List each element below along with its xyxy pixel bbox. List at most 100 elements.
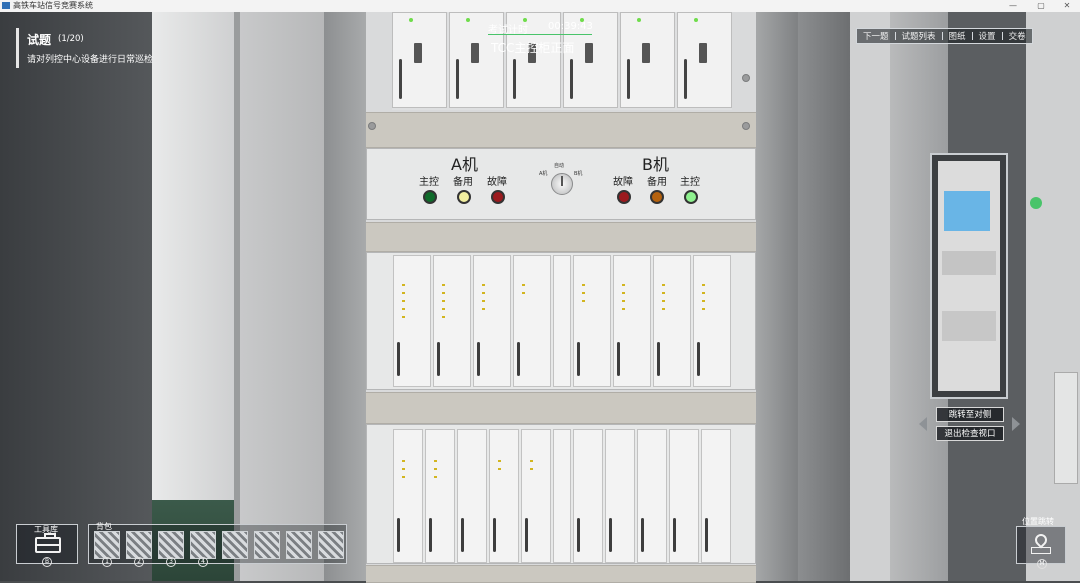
room-wall — [0, 12, 152, 581]
backpack-slot[interactable] — [254, 531, 280, 559]
board-card[interactable] — [473, 255, 511, 387]
maximize-button[interactable]: ▢ — [1030, 0, 1052, 12]
neighbor-cabinet — [1026, 12, 1080, 581]
backpack-slot[interactable] — [126, 531, 152, 559]
a-fault-lamp — [491, 190, 505, 204]
board-card[interactable] — [425, 429, 455, 563]
timer-underline — [488, 34, 592, 35]
backpack-slot[interactable] — [158, 531, 184, 559]
cabinet-right-edge — [756, 12, 798, 581]
minimap-prev-arrow[interactable] — [919, 417, 927, 431]
a-machine-title: A机 — [451, 155, 478, 174]
slot-number: 4 — [198, 557, 208, 567]
board-card[interactable] — [701, 429, 731, 563]
screw — [742, 122, 750, 130]
ab-switch-panel: A机 B机 主控 备用 故障 自动 A机 B机 故障 备用 主控 — [366, 148, 756, 220]
position-jump-hotkey: M — [1037, 559, 1047, 569]
window-title: 高铁车站信号竞赛系统 — [13, 1, 93, 10]
screw — [368, 122, 376, 130]
ab-selector-knob[interactable] — [551, 173, 573, 195]
submit-exam-button[interactable]: 交卷 — [1003, 30, 1032, 42]
slot-number: 2 — [134, 557, 144, 567]
knob-left-label: A机 — [539, 171, 548, 177]
map-icon — [1031, 547, 1051, 554]
question-title: 试题 — [27, 33, 52, 47]
tcc-main-rack: A机 B机 主控 备用 故障 自动 A机 B机 故障 备用 主控 — [366, 12, 756, 583]
board-card[interactable] — [457, 429, 487, 563]
knob-top-label: 自动 — [554, 163, 565, 169]
b-master-lamp — [684, 190, 698, 204]
board-card[interactable] — [637, 429, 667, 563]
location-title: TCC主控柜正面 — [491, 41, 575, 55]
a-standby-lamp — [457, 190, 471, 204]
board-card[interactable] — [553, 255, 571, 387]
board-card[interactable] — [573, 255, 611, 387]
white-panel — [152, 12, 234, 581]
next-question-button[interactable]: 下一题 — [857, 30, 895, 42]
a-lamp-label: 主控 — [419, 177, 439, 188]
jump-opposite-side-button[interactable]: 跳转至对侧 — [936, 407, 1004, 422]
question-counter: (1/20) — [58, 34, 84, 44]
backpack-slot[interactable] — [286, 531, 312, 559]
card-chassis — [366, 252, 756, 390]
minimap-next-arrow[interactable] — [1012, 417, 1020, 431]
board-card[interactable] — [489, 429, 519, 563]
backpack-slot[interactable] — [94, 531, 120, 559]
cabinet-door — [240, 12, 324, 581]
knob-right-label: B机 — [574, 171, 583, 177]
board-card[interactable] — [605, 429, 635, 563]
board-card[interactable] — [573, 429, 603, 563]
map-pin-icon — [1032, 531, 1050, 549]
breaker[interactable] — [392, 12, 447, 108]
board-card[interactable] — [669, 429, 699, 563]
b-lamp-label: 备用 — [647, 177, 667, 188]
board-card[interactable] — [393, 255, 431, 387]
a-lamp-label: 故障 — [487, 177, 507, 188]
board-card[interactable] — [521, 429, 551, 563]
exit-inspection-view-button[interactable]: 退出检查视口 — [936, 426, 1004, 441]
status-led — [1030, 197, 1042, 209]
backpack-slot[interactable] — [222, 531, 248, 559]
a-lamp-label: 备用 — [453, 177, 473, 188]
a-master-lamp — [423, 190, 437, 204]
toolbox-icon — [35, 533, 61, 553]
backpack-slot[interactable] — [190, 531, 216, 559]
board-card[interactable] — [693, 255, 731, 387]
timer-value: 00:39:43 — [548, 21, 593, 32]
top-nav: 下一题 试题列表 图纸 设置 交卷 — [856, 28, 1033, 44]
minimize-button[interactable]: — — [1002, 0, 1024, 12]
cabinet-minimap[interactable] — [930, 153, 1008, 399]
breaker[interactable] — [620, 12, 675, 108]
cabinet-frame — [798, 12, 850, 581]
settings-button[interactable]: 设置 — [973, 30, 1002, 42]
b-standby-lamp — [650, 190, 664, 204]
rack-rail — [366, 565, 756, 583]
breaker[interactable] — [677, 12, 732, 108]
board-card[interactable] — [653, 255, 691, 387]
cabinet-frame — [850, 12, 890, 581]
board-card[interactable] — [553, 429, 571, 563]
minimap-chassis — [942, 311, 996, 341]
question-list-button[interactable]: 试题列表 — [896, 30, 942, 42]
cabinet-side — [324, 12, 366, 581]
board-card[interactable] — [613, 255, 651, 387]
relay-board — [1054, 372, 1078, 484]
close-window-button[interactable]: ✕ — [1056, 0, 1078, 12]
question-accent-bar — [16, 28, 19, 68]
rack-rail — [366, 392, 756, 424]
drawings-button[interactable]: 图纸 — [943, 30, 972, 42]
board-card[interactable] — [393, 429, 423, 563]
board-card[interactable] — [433, 255, 471, 387]
board-card[interactable] — [513, 255, 551, 387]
exam-timer: 考试计时 00:39:43 TCC主控柜正面 — [470, 18, 610, 58]
b-machine-title: B机 — [642, 155, 669, 174]
backpack-bar: 背包 — [88, 522, 347, 564]
minimap-highlight — [944, 191, 990, 231]
b-lamp-label: 故障 — [613, 177, 633, 188]
backpack-slot[interactable] — [318, 531, 344, 559]
rack-rail — [366, 222, 756, 252]
rack-rail — [366, 112, 756, 148]
card-chassis — [366, 424, 756, 564]
minimap-chassis — [942, 251, 996, 275]
app-icon — [2, 2, 10, 9]
